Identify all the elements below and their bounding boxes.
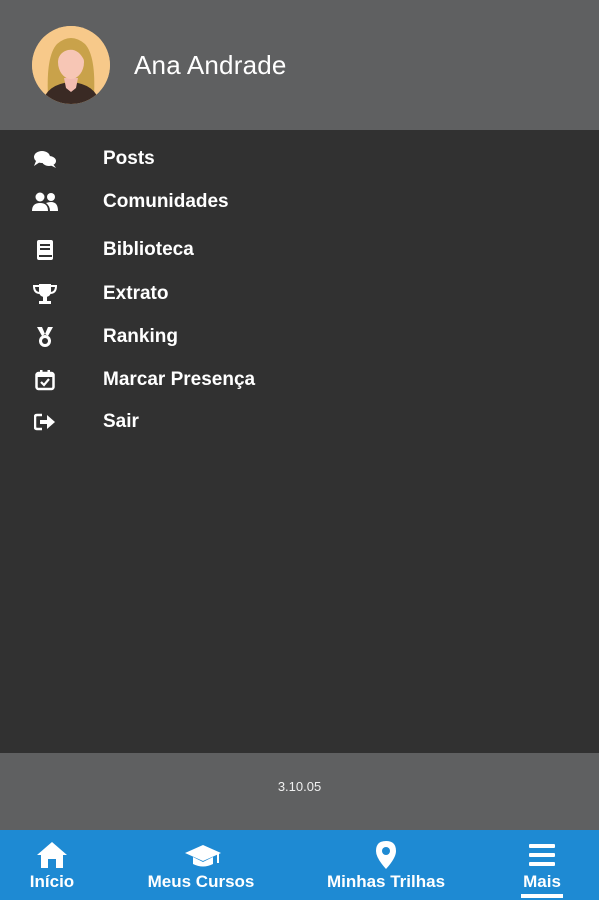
menu-item-label: Sair (103, 411, 139, 432)
menu-item-sair[interactable]: Sair (0, 402, 599, 442)
medal-icon (30, 325, 60, 349)
book-icon (30, 238, 60, 262)
nav-label: Meus Cursos (147, 872, 255, 891)
menu-item-biblioteca[interactable]: Biblioteca (0, 230, 599, 270)
graduation-cap-icon (184, 840, 221, 870)
calendar-check-icon (30, 368, 60, 392)
nav-item-minhas-trilhas[interactable]: Minhas Trilhas (308, 830, 464, 900)
app-version: 3.10.05 (277, 779, 322, 794)
nav-label: Início (29, 872, 75, 891)
comments-icon (30, 147, 60, 171)
menu-item-extrato[interactable]: Extrato (0, 274, 599, 314)
menu-item-label: Marcar Presença (103, 369, 256, 390)
nav-item-mais[interactable]: Mais (500, 830, 584, 900)
menu-item-label: Posts (103, 148, 155, 169)
users-icon (30, 190, 60, 214)
menu-item-comunidades[interactable]: Comunidades (0, 182, 599, 222)
menu-item-posts[interactable]: Posts (0, 139, 599, 179)
menu-item-marcar-presenca[interactable]: Marcar Presença (0, 360, 599, 400)
nav-label: Minhas Trilhas (326, 872, 446, 891)
bottom-nav: Início Meus Cursos Minhas Trilhas Mais (0, 830, 599, 900)
avatar[interactable] (32, 26, 110, 104)
user-avatar-icon (32, 26, 110, 104)
home-icon (35, 840, 69, 870)
user-name: Ana Andrade (134, 50, 287, 80)
menu-item-label: Biblioteca (103, 239, 194, 260)
nav-label: Mais (523, 872, 561, 891)
drawer-header: Ana Andrade (0, 0, 599, 130)
trophy-icon (30, 282, 60, 306)
nav-item-inicio[interactable]: Início (0, 830, 104, 900)
menu-icon (525, 840, 559, 870)
menu-item-label: Extrato (103, 283, 169, 304)
active-indicator (521, 894, 563, 898)
nav-item-meus-cursos[interactable]: Meus Cursos (126, 830, 276, 900)
menu-item-label: Comunidades (103, 191, 229, 212)
version-footer: 3.10.05 (0, 753, 599, 830)
sign-out-icon (30, 410, 60, 434)
menu-item-label: Ranking (103, 326, 178, 347)
map-marker-icon (369, 840, 403, 870)
menu-item-ranking[interactable]: Ranking (0, 317, 599, 357)
